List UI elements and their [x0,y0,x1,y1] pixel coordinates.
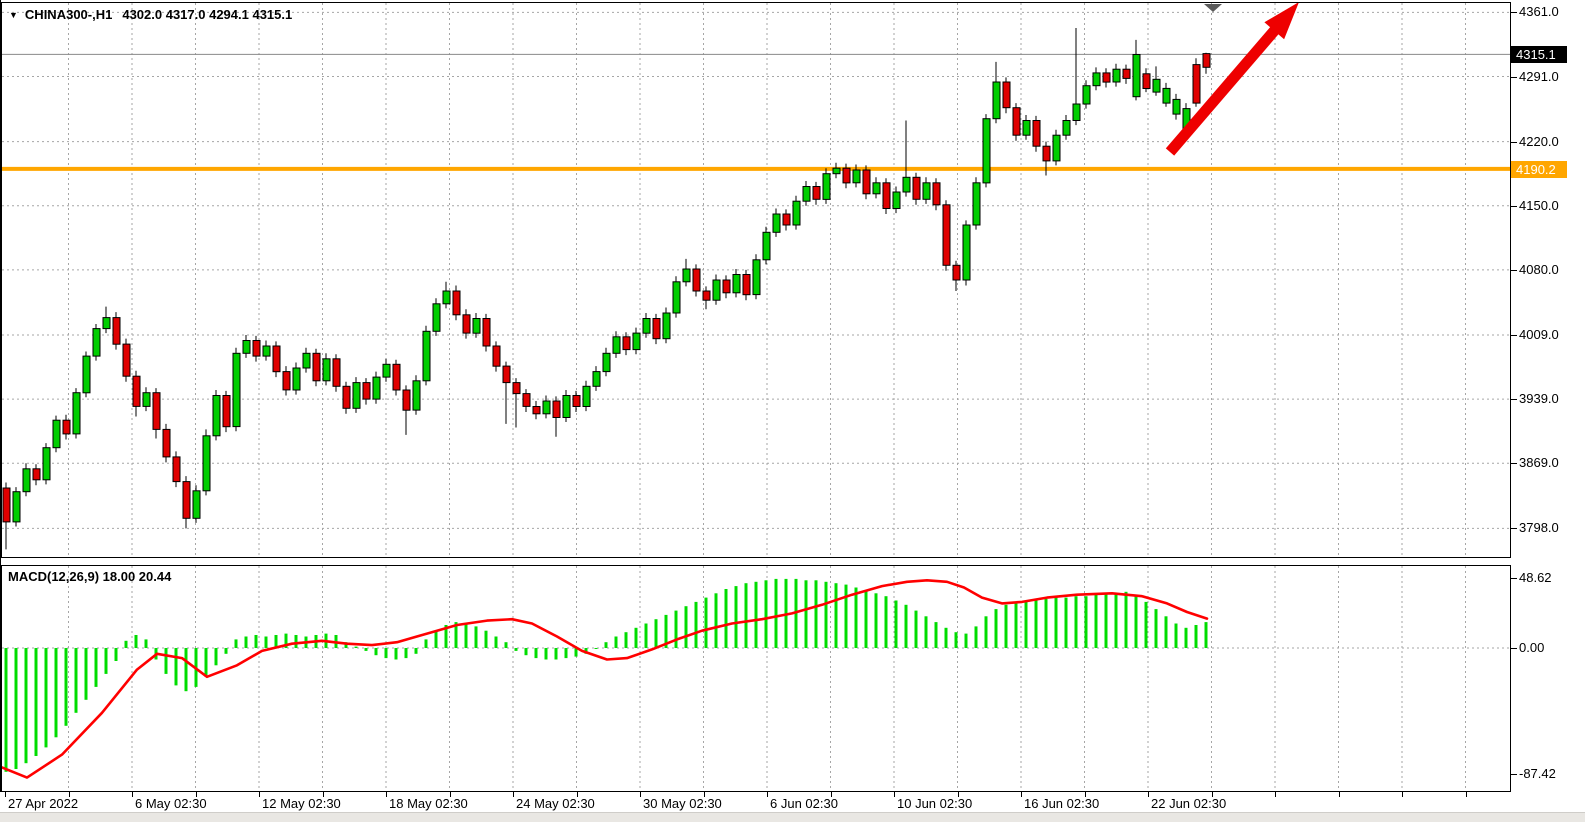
price-axis-label: 4150.0 [1519,198,1559,214]
price-axis-label: 4220.0 [1519,134,1559,150]
time-axis-label: 10 Jun 02:30 [897,796,972,811]
price-axis-tick [1511,335,1517,336]
current-price-badge: 4315.1 [1511,46,1567,63]
macd-axis-tick [1511,648,1517,649]
time-axis-label: 22 Jun 02:30 [1151,796,1226,811]
chart-shift-marker-icon [1204,4,1222,12]
macd-axis-label: 0.00 [1519,640,1544,656]
price-axis-tick [1511,399,1517,400]
macd-indicator-label: MACD(12,26,9) 18.00 20.44 [8,569,171,584]
time-axis[interactable]: 27 Apr 2022 6 May 02:30 12 May 02:30 18 May… [0,792,1585,812]
time-axis-tick [894,792,895,797]
price-axis-label: 4009.0 [1519,327,1559,343]
time-axis-tick [5,792,6,797]
trend-arrow[interactable] [1170,3,1299,152]
time-axis-label: 30 May 02:30 [643,796,722,811]
price-axis-tick [1511,206,1517,207]
macd-axis-label: -87.42 [1519,766,1556,782]
time-axis-tick [1339,792,1340,797]
price-axis-tick [1511,12,1517,13]
chart-symbol-period: CHINA300-,H1 [25,7,112,22]
candles-layer[interactable] [3,28,1210,549]
price-axis-tick [1511,77,1517,78]
price-axis-tick [1511,270,1517,271]
candlestick-chart[interactable] [2,3,1510,557]
price-axis-tick [1511,528,1517,529]
time-axis-label: 18 May 02:30 [389,796,468,811]
time-axis-tick [1021,792,1022,797]
time-axis-tick [1402,792,1403,797]
chart-title: ▼ CHINA300-,H1 4302.0 4317.0 4294.1 4315.1 [9,7,292,22]
time-axis-tick [640,792,641,797]
macd-histogram[interactable] [5,579,1208,772]
symbol-dropdown-icon[interactable]: ▼ [9,10,18,20]
macd-chart[interactable] [2,566,1510,791]
time-axis-tick [132,792,133,797]
price-axis-label: 3798.0 [1519,520,1559,536]
time-axis-tick [1466,792,1467,797]
price-axis-label: 4361.0 [1519,4,1559,20]
price-axis-label: 3869.0 [1519,455,1559,471]
price-axis-label: 4080.0 [1519,262,1559,278]
time-axis-label: 6 May 02:30 [135,796,207,811]
price-axis-tick [1511,463,1517,464]
macd-axis-tick [1511,774,1517,775]
price-axis-label: 3939.0 [1519,391,1559,407]
mt4-chart-window: { "window": { "title_symbol": "CHINA300-… [0,0,1585,822]
price-chart-panel[interactable]: ▼ CHINA300-,H1 4302.0 4317.0 4294.1 4315.1 [1,2,1511,558]
time-axis-label: 27 Apr 2022 [8,796,78,811]
time-axis-label: 24 May 02:30 [516,796,595,811]
macd-panel[interactable]: MACD(12,26,9) 18.00 20.44 [1,565,1511,792]
time-axis-label: 6 Jun 02:30 [770,796,838,811]
time-axis-tick [513,792,514,797]
time-axis-tick [767,792,768,797]
time-axis-label: 12 May 02:30 [262,796,341,811]
window-bottom-strip [0,812,1585,822]
macd-axis-label: 48.62 [1519,570,1552,586]
time-axis-tick [259,792,260,797]
price-axis[interactable]: 4315.1 4190.2 4361.0 4291.0 4220.0 4150.0 40… [1511,0,1585,792]
price-axis-label: 4291.0 [1519,69,1559,85]
hline-price-badge: 4190.2 [1511,161,1567,178]
macd-axis-tick [1511,578,1517,579]
time-axis-tick [1275,792,1276,797]
time-axis-label: 16 Jun 02:30 [1024,796,1099,811]
chart-ohlc-values: 4302.0 4317.0 4294.1 4315.1 [122,7,292,22]
time-axis-tick [386,792,387,797]
price-axis-tick [1511,142,1517,143]
time-axis-tick [1148,792,1149,797]
